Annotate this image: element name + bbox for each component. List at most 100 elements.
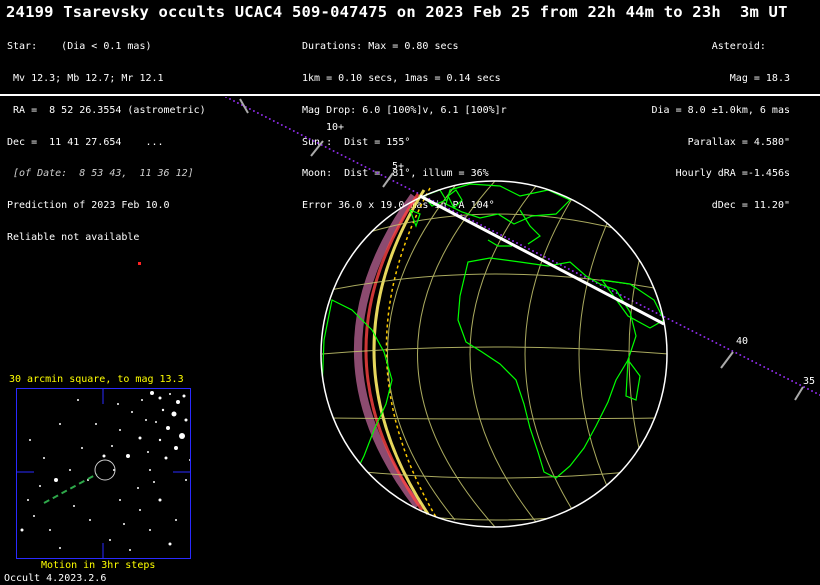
- track-dot: [807, 388, 809, 390]
- track-dot: [356, 162, 359, 164]
- track-dot: [635, 302, 638, 304]
- track-dot: [488, 228, 491, 230]
- version-label: Occult 4.2023.2.6: [4, 573, 107, 584]
- track-dot: [683, 326, 686, 328]
- track-dot: [539, 254, 542, 256]
- track-dot: [312, 140, 315, 142]
- track-tick: [794, 386, 804, 401]
- track-tick-label: 15: [256, 89, 268, 100]
- finder-title: 30 arcmin square, to mag 13.3: [9, 374, 184, 385]
- track-tick-label: 35: [803, 376, 815, 387]
- track-dot: [524, 246, 526, 248]
- track-dot: [336, 152, 339, 154]
- track-dot: [508, 238, 510, 240]
- track-dot: [699, 334, 702, 336]
- track-dot: [783, 376, 786, 378]
- track-dot: [324, 146, 327, 148]
- track-dot: [623, 296, 626, 298]
- track-dot: [404, 186, 407, 188]
- track-dot: [643, 306, 646, 308]
- finder-chart-frame: [16, 388, 191, 559]
- track-dot: [280, 124, 283, 126]
- track-dot: [328, 148, 331, 150]
- track-dot: [639, 304, 642, 306]
- track-dot: [703, 336, 706, 338]
- track-dot: [611, 290, 614, 292]
- track-dot: [707, 338, 710, 340]
- track-dot: [719, 344, 722, 346]
- track-dot: [352, 160, 355, 162]
- track-dot: [316, 142, 319, 144]
- track-dot: [380, 174, 383, 176]
- track-dot: [360, 164, 363, 166]
- track-dot: [340, 154, 343, 156]
- track-dot: [284, 126, 287, 128]
- track-dot: [268, 118, 271, 120]
- track-dot: [260, 114, 263, 116]
- track-dot: [755, 362, 758, 364]
- track-dot: [751, 360, 754, 362]
- track-dot: [691, 330, 694, 332]
- track-dot: [775, 372, 778, 374]
- track-dot: [400, 184, 403, 186]
- track-dot: [392, 180, 395, 182]
- red-marker: [138, 262, 141, 265]
- track-dot: [372, 170, 375, 172]
- track-dot: [476, 222, 479, 224]
- track-dot: [671, 320, 674, 322]
- track-dot: [675, 322, 678, 324]
- track-dot: [779, 374, 782, 376]
- track-dot: [221, 94, 223, 96]
- track-dot: [412, 190, 415, 192]
- track-dot: [571, 270, 574, 272]
- track-dot: [787, 378, 790, 380]
- track-dot: [528, 248, 530, 250]
- track-dot: [647, 308, 650, 310]
- track-dot: [532, 250, 534, 252]
- track-dot: [727, 348, 730, 350]
- track-dot: [627, 298, 630, 300]
- track-dot: [364, 166, 367, 168]
- track-dot: [332, 150, 335, 152]
- shadow-track: [221, 94, 820, 396]
- track-dot: [791, 380, 794, 382]
- track-dot: [344, 156, 347, 158]
- track-dot: [384, 176, 387, 178]
- track-dot: [551, 260, 554, 262]
- track-tick-label: 5+: [392, 161, 404, 172]
- track-dot: [747, 358, 750, 360]
- track-dot: [679, 324, 682, 326]
- track-dot: [651, 310, 654, 312]
- earth-globe: [320, 180, 668, 528]
- track-dot: [233, 100, 235, 102]
- track-tick-label: 10+: [326, 122, 344, 133]
- track-tick-label: 40: [736, 336, 748, 347]
- track-dot: [763, 366, 766, 368]
- track-dot: [300, 134, 303, 136]
- track-dot: [563, 266, 566, 268]
- track-dot: [480, 224, 483, 226]
- track-dot: [472, 220, 475, 222]
- track-dot: [535, 252, 538, 254]
- track-dot: [248, 108, 251, 110]
- track-dot: [759, 364, 762, 366]
- track-dot: [396, 182, 399, 184]
- track-dot: [236, 102, 239, 104]
- track-dot: [695, 332, 698, 334]
- track-dot: [264, 116, 267, 118]
- track-dot: [296, 132, 299, 134]
- track-dot: [739, 354, 742, 356]
- track-dot: [292, 130, 295, 132]
- track-dot: [520, 244, 522, 246]
- track-dot: [276, 122, 279, 124]
- track-tick: [239, 98, 249, 114]
- track-dot: [512, 240, 514, 242]
- track-dot: [735, 352, 738, 354]
- track-dot: [288, 128, 291, 130]
- track-dot: [304, 136, 307, 138]
- track-dot: [547, 258, 550, 260]
- track-dot: [484, 226, 487, 228]
- track-dot: [795, 382, 798, 384]
- track-dot: [500, 234, 503, 236]
- finder-caption: Motion in 3hr steps: [41, 560, 156, 571]
